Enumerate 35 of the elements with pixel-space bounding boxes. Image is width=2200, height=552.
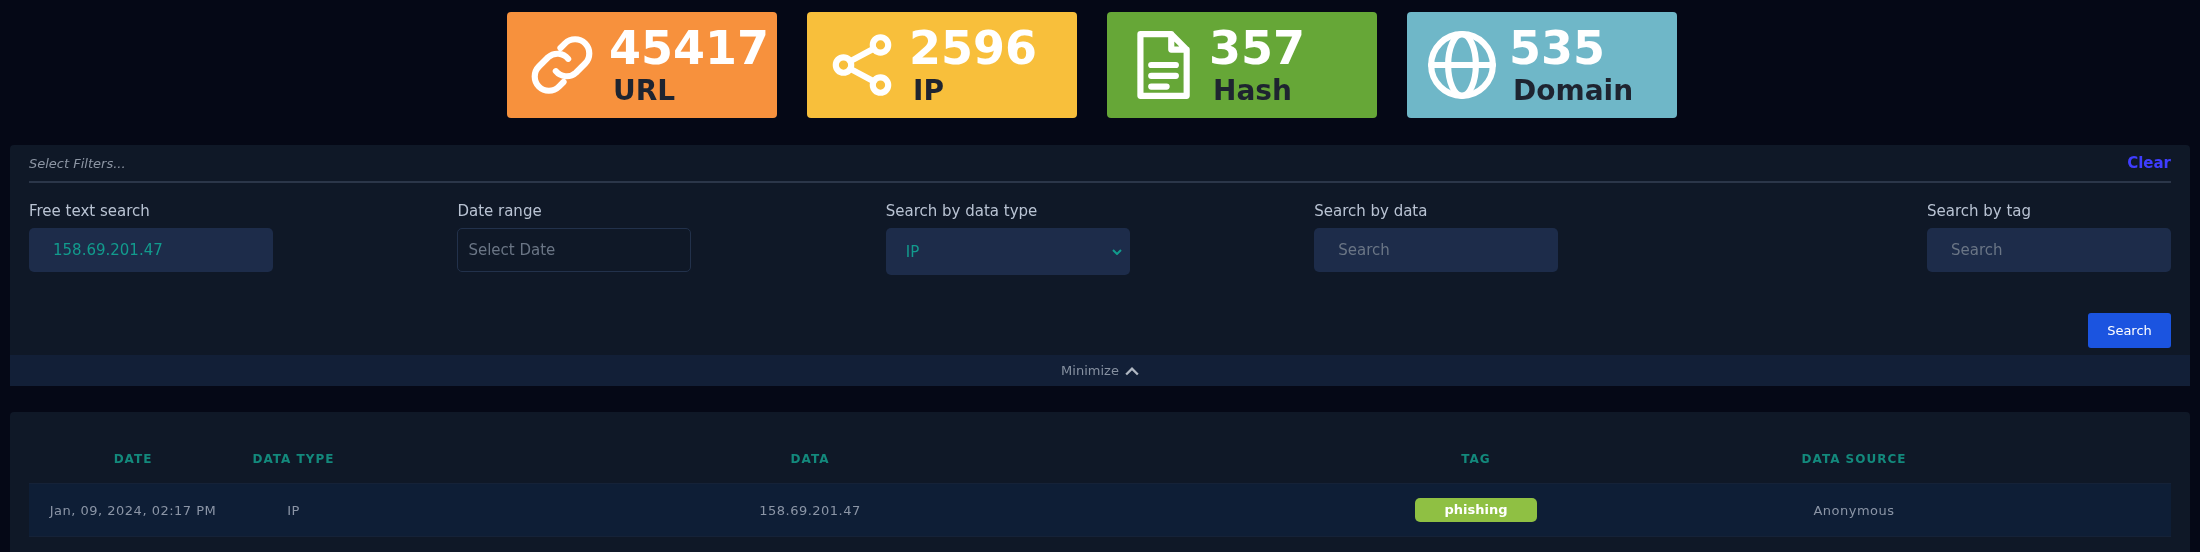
- table-cell-text: IP: [286, 502, 301, 518]
- field-label: Search by tag: [1927, 202, 2033, 220]
- field-label: Date range: [457, 202, 543, 220]
- stat-label: URL: [613, 74, 676, 108]
- select-field[interactable]: IP: [885, 228, 1130, 275]
- stat-label: Hash: [1213, 74, 1292, 108]
- column-header: TAG: [1460, 451, 1492, 466]
- table-cell-text: Jan, 09, 2024, 02:17 PM: [48, 502, 218, 518]
- column-header: DATA TYPE: [251, 451, 336, 466]
- search-field[interactable]: Search: [1927, 228, 2171, 272]
- chevron-down-icon: [1111, 248, 1122, 255]
- chevron-up-icon: [1124, 365, 1139, 376]
- globe-icon: [1425, 28, 1499, 102]
- column-header: DATA: [789, 451, 831, 466]
- table-cell-text: 158.69.201.47: [758, 502, 862, 518]
- stat-label: IP: [913, 74, 944, 108]
- stat-count: 535: [1509, 22, 1606, 74]
- column-header: DATE: [112, 451, 154, 466]
- stat-count: 357: [1209, 22, 1306, 74]
- field-label: Search by data type: [885, 202, 1039, 220]
- minimize-button[interactable]: Minimize: [10, 355, 2190, 386]
- field-label: Search by data: [1314, 202, 1429, 220]
- filter-select-field[interactable]: Select Filters...: [29, 155, 2128, 171]
- search-field[interactable]: Search: [1314, 228, 1559, 272]
- field-label: Free text search: [29, 202, 151, 220]
- stat-count: 2596: [909, 22, 1038, 74]
- clear-link[interactable]: Clear: [2127, 154, 2171, 172]
- table-cell-text: Anonymous: [1812, 502, 1896, 518]
- stat-count: 45417: [609, 22, 770, 74]
- column-header: DATA SOURCE: [1800, 451, 1908, 466]
- search-field[interactable]: 158.69.201.47: [29, 228, 273, 272]
- search-button[interactable]: Search: [2088, 313, 2171, 348]
- tag-badge: phishing: [1415, 498, 1537, 522]
- stat-label: Domain: [1513, 74, 1634, 108]
- date-field[interactable]: Select Date: [457, 228, 692, 272]
